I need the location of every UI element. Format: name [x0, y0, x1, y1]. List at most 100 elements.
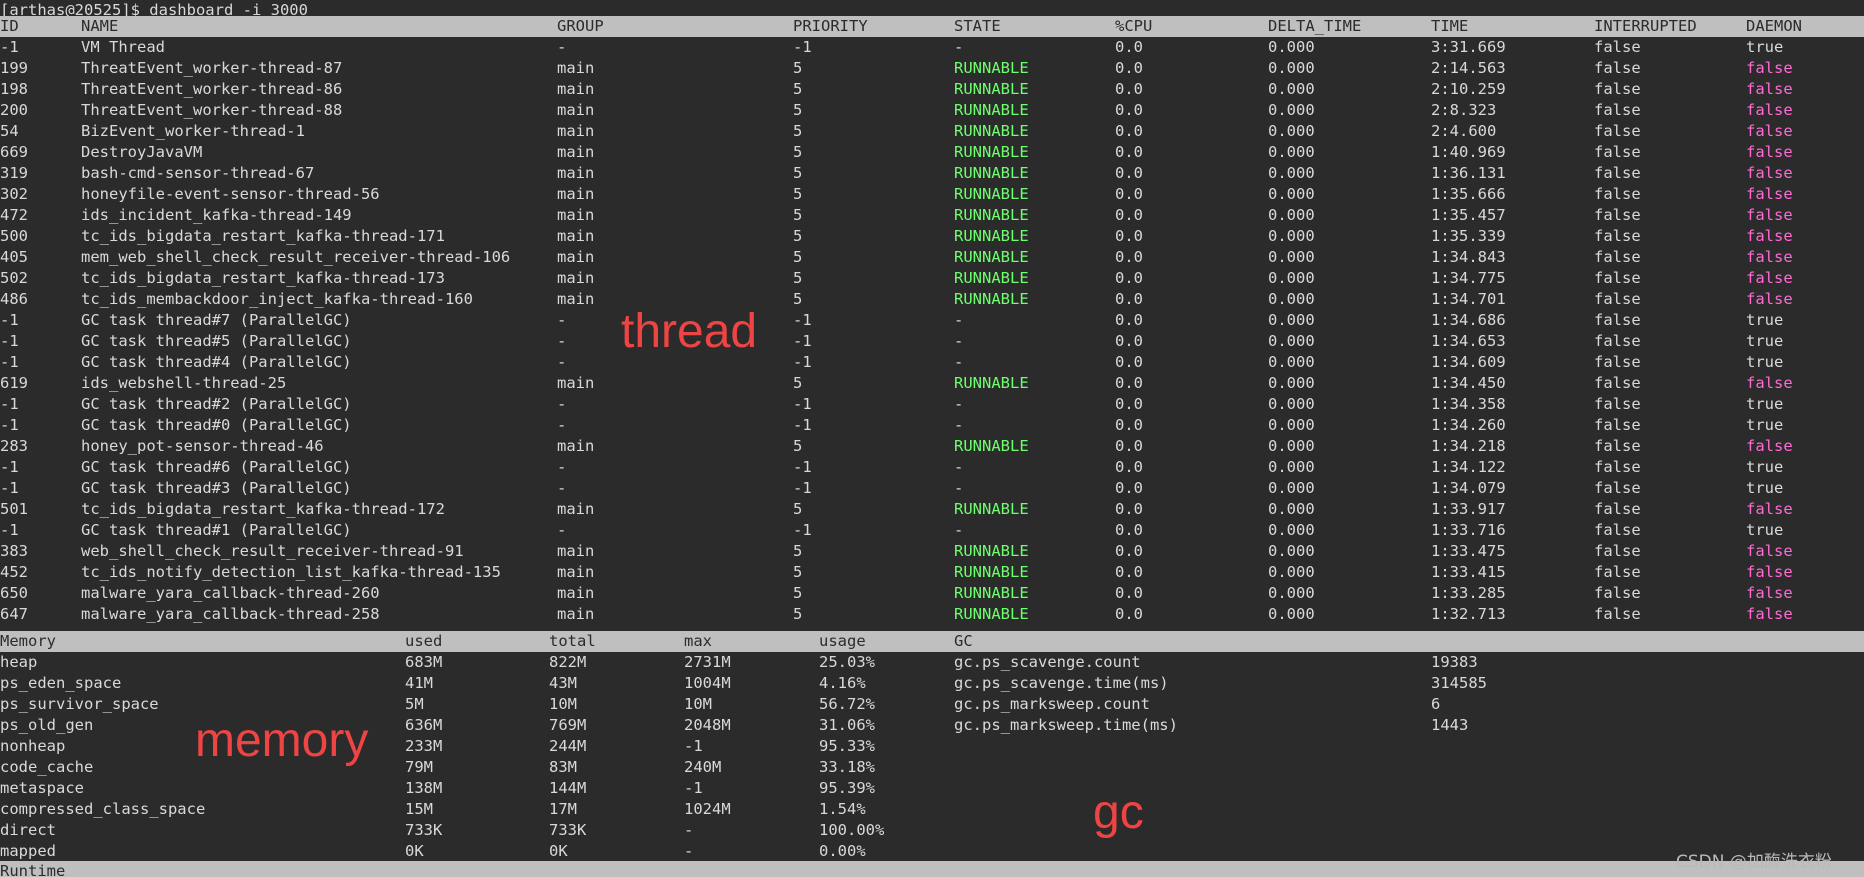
memory-pool-name: mapped — [0, 842, 56, 860]
memory-usage: 0.00% — [819, 842, 866, 860]
col-time: 1:35.666 — [1431, 185, 1506, 203]
memory-gc-header: Memory used total max usage GC — [0, 631, 1864, 652]
col-name: mem_web_shell_check_result_receiver-thre… — [81, 248, 511, 266]
col-time: 1:40.969 — [1431, 143, 1506, 161]
memory-label: Memory — [0, 632, 56, 650]
col-interrupted: false — [1594, 311, 1641, 329]
col-delta-time: 0.000 — [1268, 269, 1315, 287]
col-state: RUNNABLE — [954, 248, 1029, 266]
col-state: - — [954, 416, 964, 434]
col-cpu: 0.0 — [1115, 521, 1143, 539]
memory-row: metaspace 138M 144M -1 95.39% — [0, 778, 1864, 799]
col-time: 1:34.450 — [1431, 374, 1506, 392]
thread-row: -1 GC task thread#3 (ParallelGC) - -1 - 0.0 0.… — [0, 478, 1864, 499]
col-interrupted: false — [1594, 605, 1641, 623]
used-label: used — [405, 632, 443, 650]
col-name: GC task thread#5 (ParallelGC) — [81, 332, 352, 350]
col-delta-time: 0.000 — [1268, 206, 1315, 224]
col-cpu: 0.0 — [1115, 416, 1143, 434]
thread-row: 302 honeyfile-event-sensor-thread-56 main 5… — [0, 184, 1864, 205]
memory-usage: 100.00% — [819, 821, 885, 839]
col-time: 1:33.716 — [1431, 521, 1506, 539]
col-state: - — [954, 38, 964, 56]
col-delta-time: 0.000 — [1268, 311, 1315, 329]
col-state: - — [954, 332, 964, 350]
memory-total: 43M — [549, 674, 577, 692]
col-interrupted: false — [1594, 332, 1641, 350]
col-interrupted: false — [1594, 458, 1641, 476]
thread-row: 472 ids_incident_kafka-thread-149 main 5 RUN… — [0, 205, 1864, 226]
col-state: RUNNABLE — [954, 101, 1029, 119]
col-daemon: true — [1746, 353, 1784, 371]
memory-usage: 95.39% — [819, 779, 875, 797]
col-id: 283 — [0, 437, 28, 455]
col-state: - — [954, 311, 964, 329]
col-priority: 5 — [793, 563, 803, 581]
col-state: RUNNABLE — [954, 563, 1029, 581]
col-group: main — [557, 206, 595, 224]
col-state: - — [954, 353, 964, 371]
memory-used: 41M — [405, 674, 433, 692]
col-group: main — [557, 185, 595, 203]
col-id: -1 — [0, 332, 19, 350]
col-time: 1:34.653 — [1431, 332, 1506, 350]
col-delta-time: 0.000 — [1268, 353, 1315, 371]
col-priority: -1 — [793, 479, 812, 497]
col-priority: -1 — [793, 353, 812, 371]
col-daemon: false — [1746, 563, 1793, 581]
col-daemon: true — [1746, 311, 1784, 329]
memory-pool-name: heap — [0, 653, 38, 671]
col-name: GC task thread#6 (ParallelGC) — [81, 458, 352, 476]
col-id: 200 — [0, 101, 28, 119]
thread-row: 486 tc_ids_membackdoor_inject_kafka-threa… — [0, 289, 1864, 310]
col-daemon: false — [1746, 59, 1793, 77]
col-interrupted: false — [1594, 122, 1641, 140]
col-id: 502 — [0, 269, 28, 287]
memory-used: 79M — [405, 758, 433, 776]
memory-max: -1 — [684, 737, 703, 755]
col-interrupted: false — [1594, 353, 1641, 371]
thread-row: -1 VM Thread - -1 - 0.0 0.000 3:31.669 false true — [0, 37, 1864, 58]
col-state: RUNNABLE — [954, 227, 1029, 245]
memory-pool-name: compressed_class_space — [0, 800, 206, 818]
col-daemon: true — [1746, 479, 1784, 497]
col-delta-time: 0.000 — [1268, 122, 1315, 140]
col-daemon: false — [1746, 101, 1793, 119]
gc-metric-value: 314585 — [1431, 674, 1487, 692]
col-interrupted: false — [1594, 374, 1641, 392]
col-delta-time: 0.000 — [1268, 59, 1315, 77]
memory-used: 683M — [405, 653, 443, 671]
col-cpu: 0.0 — [1115, 122, 1143, 140]
col-priority: 5 — [793, 206, 803, 224]
col-time: 1:33.917 — [1431, 500, 1506, 518]
memory-annotation: memory — [195, 714, 369, 767]
col-group: - — [557, 353, 567, 371]
col-cpu: 0.0 — [1115, 185, 1143, 203]
col-cpu: 0.0 — [1115, 458, 1143, 476]
gc-annotation: gc — [1093, 786, 1144, 839]
col-group: main — [557, 143, 595, 161]
memory-max: -1 — [684, 779, 703, 797]
col-group: main — [557, 290, 595, 308]
memory-pool-name: metaspace — [0, 779, 84, 797]
col-daemon: true — [1746, 521, 1784, 539]
memory-total: 244M — [549, 737, 587, 755]
memory-max: 1024M — [684, 800, 731, 818]
col-id: -1 — [0, 458, 19, 476]
memory-used: 0K — [405, 842, 424, 860]
col-daemon: false — [1746, 248, 1793, 266]
col-daemon: true — [1746, 332, 1784, 350]
col-time: 1:34.079 — [1431, 479, 1506, 497]
memory-total: 769M — [549, 716, 587, 734]
col-time: 2:8.323 — [1431, 101, 1497, 119]
col-priority: 5 — [793, 80, 803, 98]
col-name: ids_webshell-thread-25 — [81, 374, 287, 392]
memory-total: 83M — [549, 758, 577, 776]
col-state: - — [954, 479, 964, 497]
col-name: tc_ids_bigdata_restart_kafka-thread-173 — [81, 269, 445, 287]
col-time: 1:34.701 — [1431, 290, 1506, 308]
col-cpu-header: %CPU — [1115, 17, 1153, 35]
col-cpu: 0.0 — [1115, 374, 1143, 392]
col-daemon: false — [1746, 185, 1793, 203]
memory-row: heap 683M 822M 2731M 25.03% gc.ps_scavenge.co… — [0, 652, 1864, 673]
